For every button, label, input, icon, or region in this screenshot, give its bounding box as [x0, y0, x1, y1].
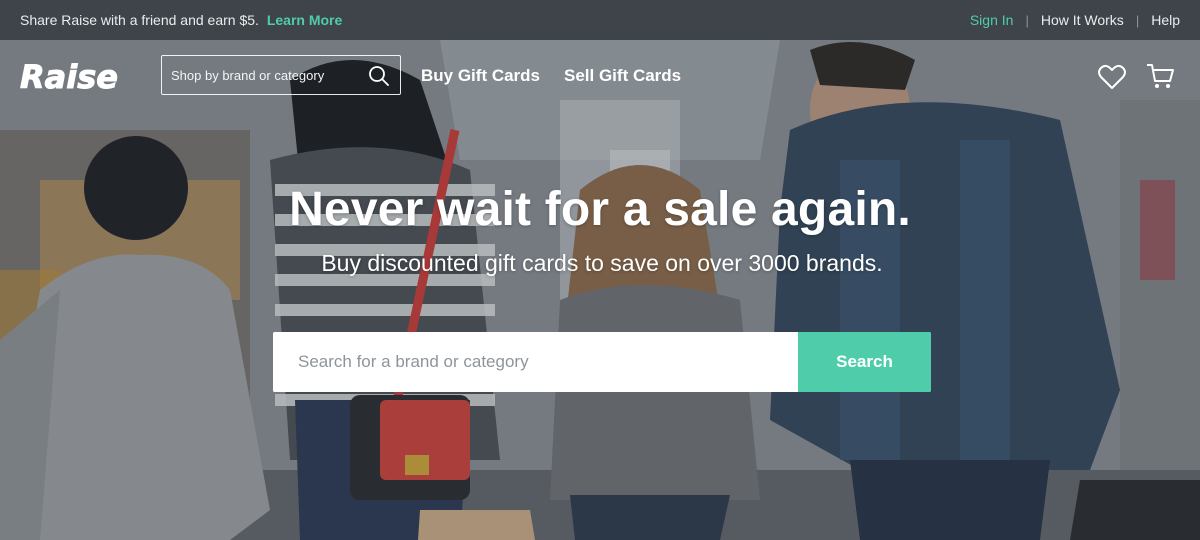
hero-search: Search: [273, 332, 931, 392]
separator: |: [1135, 12, 1140, 28]
raise-logo[interactable]: Raise: [16, 52, 119, 100]
how-it-works-link[interactable]: How It Works: [1041, 12, 1124, 28]
separator: |: [1025, 12, 1029, 28]
search-icon[interactable]: [368, 65, 390, 87]
logo-wordmark: Raise: [20, 58, 118, 96]
hero-search-input[interactable]: [273, 332, 798, 392]
search-button[interactable]: Search: [798, 332, 931, 392]
promo-text: Share Raise with a friend and earn $5.: [20, 12, 259, 28]
hero-subheadline: Buy discounted gift cards to save on ove…: [321, 250, 883, 276]
promo-bar: Share Raise with a friend and earn $5. L…: [0, 0, 1200, 40]
header-search-input[interactable]: [171, 67, 361, 83]
hero-headline: Never wait for a sale again.: [289, 183, 911, 236]
hero-section: Raise Buy Gift Cards Sell Gift Cards Nev…: [0, 40, 1200, 540]
learn-more-link[interactable]: Learn More: [267, 12, 342, 28]
sign-in-link[interactable]: Sign In: [970, 12, 1014, 28]
heart-icon[interactable]: [1097, 62, 1127, 92]
hero-overlay: [0, 40, 1200, 540]
sell-gift-cards-link[interactable]: Sell Gift Cards: [564, 66, 681, 86]
cart-icon[interactable]: [1145, 61, 1175, 91]
header-search: [161, 55, 401, 95]
buy-gift-cards-link[interactable]: Buy Gift Cards: [421, 66, 540, 86]
account-links: Sign In | How It Works | Help: [970, 12, 1180, 28]
promo: Share Raise with a friend and earn $5. L…: [20, 12, 342, 28]
help-link[interactable]: Help: [1151, 12, 1180, 28]
